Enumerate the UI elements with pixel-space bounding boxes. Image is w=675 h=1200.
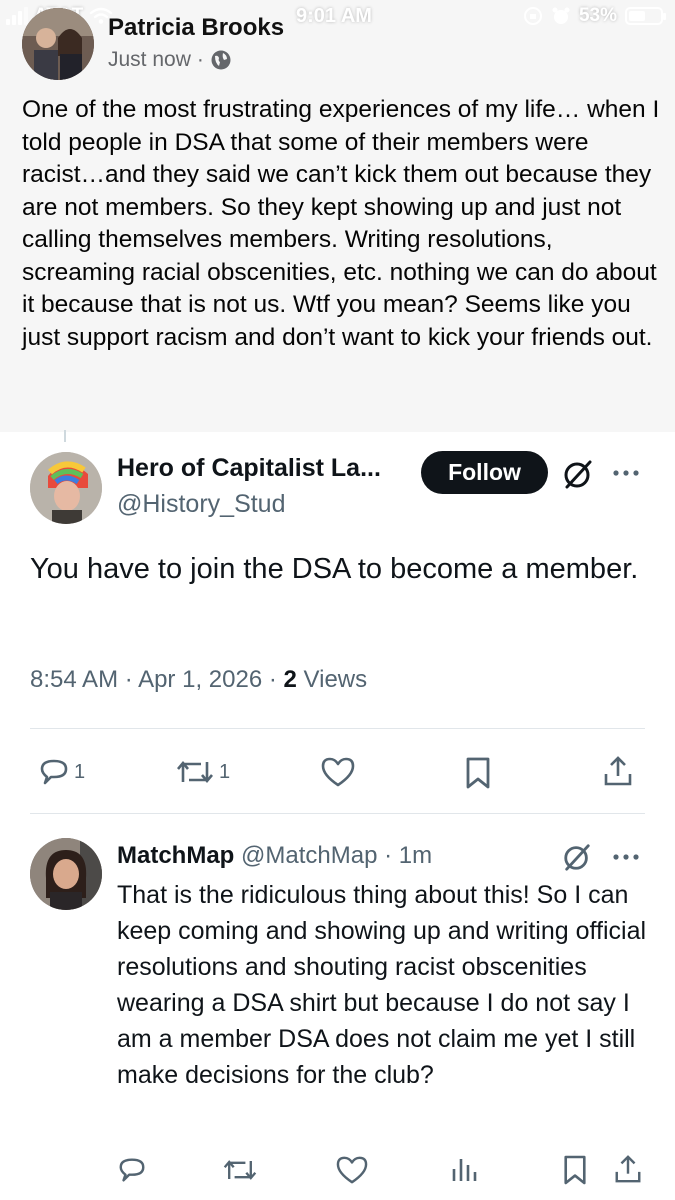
- tweet-meta: 8:54 AM · Apr 1, 2026 · 2 Views: [30, 666, 367, 694]
- views-icon: [452, 1159, 477, 1181]
- display-name[interactable]: Hero of Capitalist La...: [117, 454, 381, 483]
- like-icon: [321, 757, 355, 787]
- meta-separator: ·: [124, 666, 133, 693]
- avatar[interactable]: [30, 452, 102, 524]
- reply-text: That is the ridiculous thing about this!…: [117, 881, 647, 1089]
- reply-icon: [40, 759, 68, 785]
- retweet-count: 1: [219, 760, 231, 783]
- share-icon: [604, 756, 632, 786]
- meta-separator: ·: [384, 842, 393, 869]
- like-icon: [336, 1156, 368, 1184]
- bookmark-icon: [466, 757, 490, 789]
- retweet-button[interactable]: [222, 1155, 258, 1185]
- more-icon[interactable]: [612, 845, 640, 869]
- retweet-icon: [177, 760, 213, 784]
- avatar[interactable]: [22, 8, 94, 80]
- reply-icon: [119, 1158, 145, 1182]
- retweet-button[interactable]: 1: [175, 756, 230, 788]
- share-icon: [615, 1155, 641, 1183]
- author-name[interactable]: Patricia Brooks: [108, 14, 284, 42]
- reply-time[interactable]: 1m: [399, 842, 432, 869]
- reply-header: MatchMap @MatchMap · 1m: [117, 842, 432, 870]
- facebook-post: AT&T 9:01 AM 53%: [0, 0, 675, 432]
- status-right: 53%: [523, 5, 666, 27]
- views-button[interactable]: [450, 1155, 478, 1185]
- battery-percent: 53%: [578, 5, 617, 26]
- grok-icon[interactable]: [562, 458, 594, 490]
- bookmark-icon: [564, 1155, 586, 1185]
- tweet-time[interactable]: 8:54 AM: [30, 666, 118, 693]
- share-button[interactable]: [602, 754, 634, 788]
- avatar[interactable]: [30, 838, 102, 910]
- views-count: 2: [283, 666, 297, 693]
- post-text: One of the most frustrating experiences …: [22, 96, 660, 351]
- signal-icon: [6, 7, 28, 25]
- views-label: Views: [303, 666, 368, 693]
- reply-button[interactable]: [117, 1155, 147, 1185]
- battery-icon: [625, 7, 666, 25]
- globe-icon: [211, 50, 231, 70]
- username[interactable]: @MatchMap: [241, 842, 377, 869]
- retweet-icon: [223, 1160, 257, 1180]
- divider: [30, 728, 645, 729]
- more-icon[interactable]: [612, 461, 640, 485]
- share-button[interactable]: [613, 1153, 643, 1185]
- reply-count: 1: [74, 760, 86, 783]
- follow-button[interactable]: Follow: [421, 451, 548, 494]
- post-time[interactable]: Just now: [108, 48, 191, 72]
- divider: [30, 813, 645, 814]
- bookmark-button[interactable]: [562, 1154, 588, 1186]
- like-button[interactable]: [335, 1155, 369, 1185]
- post-meta: Just now ·: [108, 48, 232, 72]
- username[interactable]: @History_Stud: [117, 490, 286, 519]
- status-bar: AT&T 9:01 AM 53%: [0, 0, 675, 34]
- tweet-text: You have to join the DSA to become a mem…: [30, 553, 639, 585]
- orientation-lock-icon: [523, 7, 542, 25]
- bookmark-button[interactable]: [464, 756, 492, 790]
- reply-button[interactable]: 1: [38, 756, 85, 788]
- thread-line: [64, 430, 66, 442]
- like-button[interactable]: [320, 756, 356, 788]
- display-name[interactable]: MatchMap: [117, 842, 234, 869]
- status-time: 9:01 AM: [296, 5, 372, 27]
- meta-separator: ·: [268, 666, 277, 693]
- alarm-icon: [552, 7, 570, 24]
- tweet-date[interactable]: Apr 1, 2026: [138, 666, 262, 693]
- meta-separator: ·: [196, 48, 204, 71]
- grok-icon[interactable]: [562, 842, 592, 872]
